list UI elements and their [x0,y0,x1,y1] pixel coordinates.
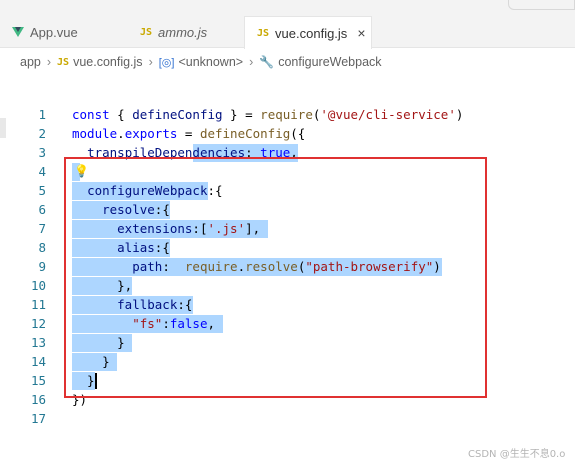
line-number: 12 [30,316,46,331]
tab-label: App.vue [30,24,78,40]
code-line[interactable]: 17 [0,409,575,428]
js-icon: JS [257,27,270,39]
close-icon[interactable]: × [357,25,365,41]
line-number: 8 [38,240,46,255]
line-number: 13 [30,335,46,350]
window-control-strip [508,0,575,10]
line-number: 10 [30,278,46,293]
line-number: 4 [38,164,46,179]
tab-label: vue.config.js [275,25,348,41]
tab-vue-config-js[interactable]: JS vue.config.js × [244,16,372,49]
line-number: 17 [30,411,46,426]
line-number: 5 [38,183,46,198]
code-text: module.exports = defineConfig({ [72,126,306,141]
tab-app-vue[interactable]: App.vue [12,16,78,48]
breadcrumb-symbol[interactable]: <unknown> [178,55,243,69]
js-icon: JS [140,26,153,38]
breadcrumb-folder[interactable]: app [20,55,41,69]
breadcrumb-method[interactable]: configureWebpack [278,55,381,69]
line-number: 2 [38,126,46,141]
line-number: 9 [38,259,46,274]
line-number: 15 [30,373,46,388]
chevron-right-icon: › [148,55,153,69]
vue-icon [12,27,24,37]
line-number: 3 [38,145,46,160]
symbol-variable-icon: [◎] [158,56,175,69]
chevron-right-icon: › [249,55,254,69]
line-number: 16 [30,392,46,407]
breadcrumb-file[interactable]: vue.config.js [73,55,142,69]
watermark: CSDN @生生不息0.o [468,449,566,460]
tab-bar: App.vue JS ammo.js JS vue.config.js × [0,0,575,49]
line-number: 7 [38,221,46,236]
code-text: const { defineConfig } = require('@vue/c… [72,107,464,122]
code-line[interactable]: 2 module.exports = defineConfig({ [0,124,575,143]
tab-ammo-js[interactable]: JS ammo.js [140,16,207,48]
chevron-right-icon: › [46,55,52,69]
breadcrumb: app › JS vue.config.js › [◎] <unknown> ›… [20,53,382,71]
line-number: 14 [30,354,46,369]
line-number: 1 [38,107,46,122]
line-number: 6 [38,202,46,217]
js-icon: JS [57,56,70,68]
line-number: 11 [30,297,46,312]
wrench-icon: 🔧 [259,55,275,69]
tab-label: ammo.js [158,24,208,40]
annotation-highlight-box [64,157,487,398]
code-line[interactable]: 1 const { defineConfig } = require('@vue/… [0,105,575,124]
